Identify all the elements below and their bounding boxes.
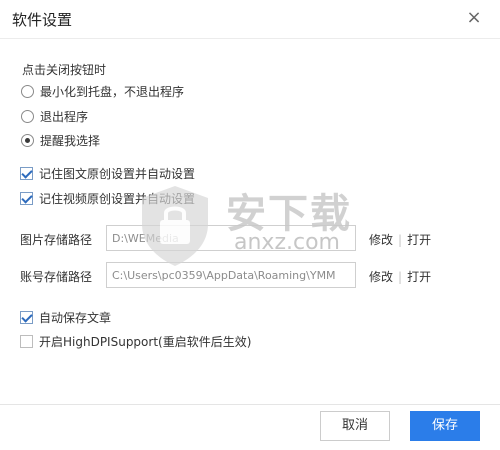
checkbox-label: 记住视频原创设置并自动设置: [39, 191, 196, 206]
account-path-edit-link[interactable]: 修改: [369, 268, 393, 285]
footer-divider: [0, 404, 500, 405]
radio-label: 退出程序: [40, 109, 89, 124]
checkbox[interactable]: [20, 310, 33, 324]
checkbox[interactable]: [20, 166, 33, 180]
radio-label: 提醒我选择: [40, 133, 101, 148]
image-path-edit-link[interactable]: 修改: [369, 231, 393, 248]
radio-label: 最小化到托盘，不退出程序: [40, 84, 185, 99]
close-icon[interactable]: ×: [462, 6, 486, 30]
dialog-title: 软件设置: [12, 11, 73, 29]
save-button[interactable]: 保存: [410, 411, 480, 441]
image-path-label: 图片存储路径: [20, 233, 93, 247]
cancel-button[interactable]: 取消: [320, 411, 390, 441]
checkbox-remember-article[interactable]: 记住图文原创设置并自动设置: [20, 164, 195, 182]
action-separator: |: [398, 269, 403, 284]
radio-button[interactable]: [21, 133, 34, 147]
account-path-open-link[interactable]: 打开: [407, 268, 431, 285]
radio-button[interactable]: [21, 84, 34, 98]
account-path-input[interactable]: [106, 262, 356, 288]
checkbox-label: 记住图文原创设置并自动设置: [39, 166, 196, 181]
radio-button[interactable]: [21, 109, 34, 123]
checkbox-label: 自动保存文章: [39, 310, 112, 325]
image-path-open-link[interactable]: 打开: [407, 231, 431, 248]
account-path-label: 账号存储路径: [20, 270, 93, 284]
checkbox-label: 开启HighDPISupport(重启软件后生效): [39, 334, 252, 349]
image-path-actions: 修改 | 打开: [369, 231, 431, 248]
checkbox-highdpi-support[interactable]: 开启HighDPISupport(重启软件后生效): [20, 332, 251, 350]
close-behavior-label: 点击关闭按钮时: [22, 63, 107, 77]
action-separator: |: [398, 232, 403, 247]
radio-exit-program[interactable]: 退出程序: [21, 107, 88, 125]
account-path-actions: 修改 | 打开: [369, 268, 431, 285]
radio-remind-me[interactable]: 提醒我选择: [21, 131, 100, 149]
checkbox-remember-video[interactable]: 记住视频原创设置并自动设置: [20, 189, 195, 207]
checkbox[interactable]: [20, 334, 33, 348]
checkbox[interactable]: [20, 191, 33, 205]
image-path-input[interactable]: [106, 225, 356, 251]
title-divider: [0, 38, 500, 39]
radio-minimize-to-tray[interactable]: 最小化到托盘，不退出程序: [21, 82, 184, 100]
checkbox-autosave-article[interactable]: 自动保存文章: [20, 308, 111, 326]
